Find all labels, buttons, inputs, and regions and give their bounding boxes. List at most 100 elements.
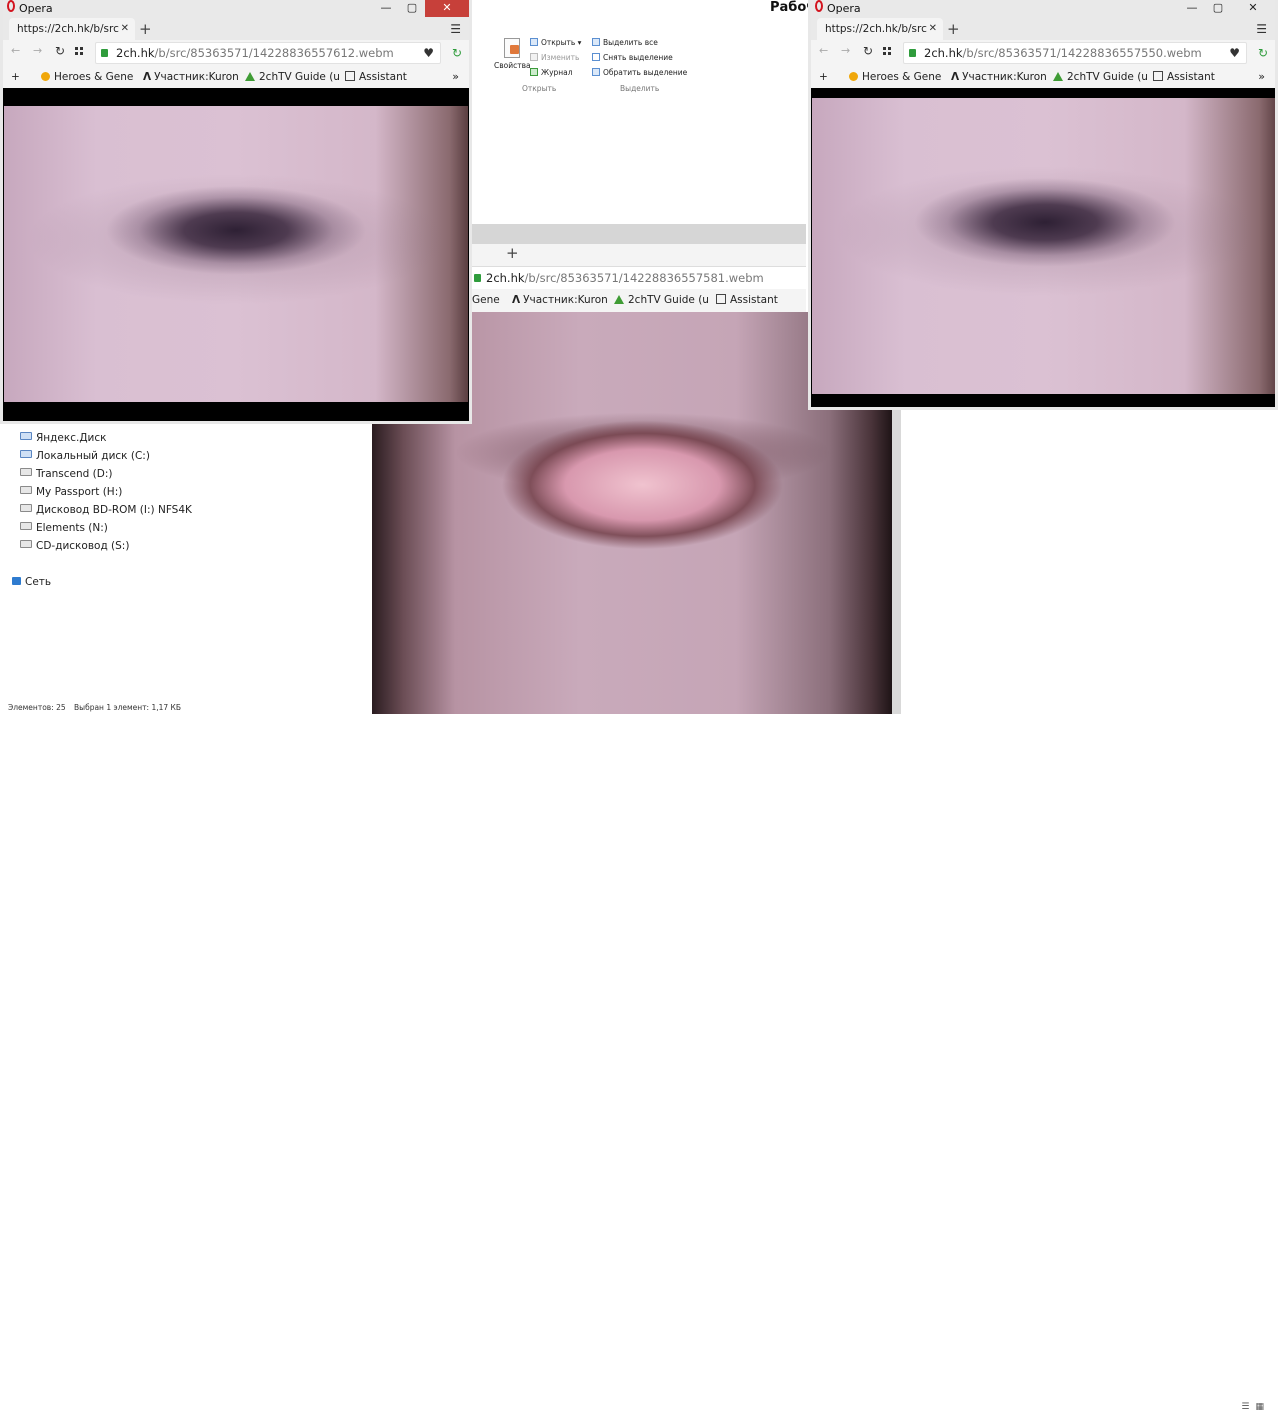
forward-button[interactable]: → bbox=[841, 44, 850, 57]
open-button[interactable]: Открыть ▾ bbox=[530, 38, 581, 47]
bookmark-kuron[interactable]: Λ Участник:Kuron bbox=[512, 294, 608, 306]
heroes-icon bbox=[849, 72, 858, 81]
view-mode-icons[interactable]: ☰▦ bbox=[1241, 1402, 1270, 1412]
reload-button[interactable]: ↻ bbox=[55, 44, 65, 58]
maximize-button[interactable]: ▢ bbox=[1205, 0, 1231, 17]
video-player-eye[interactable] bbox=[812, 98, 1275, 394]
heroes-icon bbox=[41, 72, 50, 81]
opera-logo-icon bbox=[815, 0, 823, 12]
disc-icon bbox=[20, 504, 32, 512]
select-all-icon bbox=[592, 38, 600, 46]
bookmark-kuron[interactable]: Λ Участник:Kuron bbox=[143, 71, 239, 83]
bookmark-2chtv[interactable]: 2chTV Guide (u bbox=[614, 294, 709, 306]
properties-icon[interactable] bbox=[504, 38, 520, 58]
browser-window-right: Opera — ▢ ✕ https://2ch.hk/b/src ✕ + ☰ ← … bbox=[808, 0, 1278, 410]
reload-button[interactable]: ↻ bbox=[863, 44, 873, 58]
more-bookmarks-icon[interactable]: » bbox=[1258, 70, 1265, 83]
network-icon bbox=[12, 577, 21, 585]
url-text: 2ch.hk/b/src/85363571/14228836557612.web… bbox=[116, 46, 394, 60]
address-field[interactable]: 2ch.hk/b/src/85363571/14228836557612.web… bbox=[95, 42, 462, 64]
tab-active[interactable]: https://2ch.hk/b/src ✕ bbox=[9, 18, 135, 40]
bookmark-assistant[interactable]: Assistant bbox=[1153, 71, 1215, 83]
add-bookmark-button[interactable]: + bbox=[819, 71, 828, 83]
bookmark-heroes[interactable]: Heroes & Gene bbox=[41, 71, 133, 83]
bookmark-kuron[interactable]: Λ Участник:Kuron bbox=[951, 71, 1047, 83]
close-button[interactable]: ✕ bbox=[1231, 0, 1275, 17]
select-none-icon bbox=[592, 53, 600, 61]
tab-close-icon[interactable]: ✕ bbox=[121, 18, 129, 40]
status-item-count: Элементов: 25 bbox=[8, 703, 66, 712]
bookmark-assistant[interactable]: Assistant bbox=[345, 71, 407, 83]
history-button[interactable]: Журнал bbox=[530, 68, 573, 77]
back-button[interactable]: ← bbox=[11, 44, 20, 57]
tab-menu-icon[interactable]: ☰ bbox=[450, 22, 461, 36]
bookmark-2chtv[interactable]: 2chTV Guide (u bbox=[1053, 71, 1148, 83]
invert-selection-button[interactable]: Обратить выделение bbox=[592, 68, 687, 77]
nav-item-drive-c[interactable]: Локальный диск (C:) bbox=[20, 450, 150, 462]
speed-dial-icon[interactable] bbox=[883, 47, 893, 57]
minimize-button[interactable]: — bbox=[1179, 0, 1205, 17]
video-player-eye[interactable] bbox=[4, 106, 468, 402]
window-controls: — ▢ ✕ bbox=[1179, 0, 1275, 18]
more-bookmarks-icon[interactable]: » bbox=[452, 70, 459, 83]
nav-item-drive-n[interactable]: Elements (N:) bbox=[20, 522, 108, 534]
forward-button[interactable]: → bbox=[33, 44, 42, 57]
nav-item-drive-s[interactable]: CD-дисковод (S:) bbox=[20, 540, 129, 552]
url-text: 2ch.hk/b/src/85363571/14228836557550.web… bbox=[924, 46, 1202, 60]
tab-active[interactable]: https://2ch.hk/b/src ✕ bbox=[817, 18, 943, 40]
minimize-button[interactable]: — bbox=[373, 0, 399, 17]
address-bar: ← → ↻ 2ch.hk/b/src/85363571/142288365575… bbox=[811, 40, 1275, 66]
nav-item-network[interactable]: Сеть bbox=[12, 576, 51, 588]
nav-item-yandex-disk[interactable]: Яндекс.Диск bbox=[20, 432, 106, 444]
heart-icon[interactable]: ♥ bbox=[423, 46, 434, 60]
new-tab-button[interactable]: + bbox=[506, 244, 519, 262]
address-field[interactable]: 2ch.hk/b/src/85363571/14228836557550.web… bbox=[903, 42, 1268, 64]
lambda-icon: Λ bbox=[143, 71, 152, 83]
nav-item-drive-d[interactable]: Transcend (D:) bbox=[20, 468, 112, 480]
select-group-label: Выделить bbox=[620, 84, 660, 93]
select-all-button[interactable]: Выделить все bbox=[592, 38, 658, 47]
tab-close-icon[interactable]: ✕ bbox=[929, 18, 937, 40]
tab-menu-icon[interactable]: ☰ bbox=[1256, 22, 1267, 36]
maximize-button[interactable]: ▢ bbox=[399, 0, 425, 17]
close-button[interactable]: ✕ bbox=[425, 0, 469, 17]
opera-menu-button[interactable]: Opera bbox=[15, 1, 57, 16]
lambda-icon: Λ bbox=[512, 294, 521, 306]
bookmarks-bar: Gene Λ Участник:Kuron 2chTV Guide (u Assi… bbox=[472, 290, 806, 310]
address-field[interactable]: 2ch.hk/b/src/85363571/14228836557581.web… bbox=[472, 266, 806, 289]
navigation-pane: Яндекс.Диск Локальный диск (C:) Transcen… bbox=[0, 424, 372, 714]
assistant-icon bbox=[1153, 71, 1163, 81]
new-tab-button[interactable]: + bbox=[947, 20, 960, 38]
bookmarks-bar: + Heroes & Gene Λ Участник:Kuron 2chTV Gu… bbox=[3, 66, 469, 88]
extension-icon[interactable]: ↻ bbox=[452, 46, 462, 60]
invert-selection-icon bbox=[592, 68, 600, 76]
tab-bar: Opera — ▢ ✕ https://2ch.hk/b/src ✕ + ☰ bbox=[3, 0, 469, 40]
explorer-ribbon: Рабоч Свойства Открыть ▾ Изменить Журнал… bbox=[472, 0, 815, 225]
properties-button[interactable]: Свойства bbox=[494, 61, 531, 70]
bookmark-heroes[interactable]: Gene bbox=[472, 294, 500, 306]
google-drive-icon bbox=[245, 72, 255, 81]
bookmark-assistant[interactable]: Assistant bbox=[716, 294, 778, 306]
bookmark-2chtv[interactable]: 2chTV Guide (u bbox=[245, 71, 340, 83]
open-group-label: Открыть bbox=[522, 84, 557, 93]
address-bar: ← → ↻ 2ch.hk/b/src/85363571/142288365576… bbox=[3, 40, 469, 66]
select-none-button[interactable]: Снять выделение bbox=[592, 53, 673, 62]
nav-item-drive-i[interactable]: Дисковод BD-ROM (I:) NFS4K bbox=[20, 504, 192, 516]
back-button[interactable]: ← bbox=[819, 44, 828, 57]
extension-icon[interactable]: ↻ bbox=[1258, 46, 1268, 60]
opera-menu-button[interactable]: Opera bbox=[823, 1, 865, 16]
add-bookmark-button[interactable]: + bbox=[11, 71, 20, 83]
lock-icon bbox=[101, 49, 108, 57]
google-drive-icon bbox=[1053, 72, 1063, 81]
heart-icon[interactable]: ♥ bbox=[1229, 46, 1240, 60]
disc-icon bbox=[20, 540, 32, 548]
bookmark-heroes[interactable]: Heroes & Gene bbox=[849, 71, 941, 83]
drive-icon bbox=[20, 522, 32, 530]
lambda-icon: Λ bbox=[951, 71, 960, 83]
speed-dial-icon[interactable] bbox=[75, 47, 85, 57]
edit-button[interactable]: Изменить bbox=[530, 53, 579, 62]
lock-icon bbox=[474, 274, 481, 282]
yandex-disk-icon bbox=[20, 432, 32, 440]
nav-item-drive-h[interactable]: My Passport (H:) bbox=[20, 486, 122, 498]
new-tab-button[interactable]: + bbox=[139, 20, 152, 38]
